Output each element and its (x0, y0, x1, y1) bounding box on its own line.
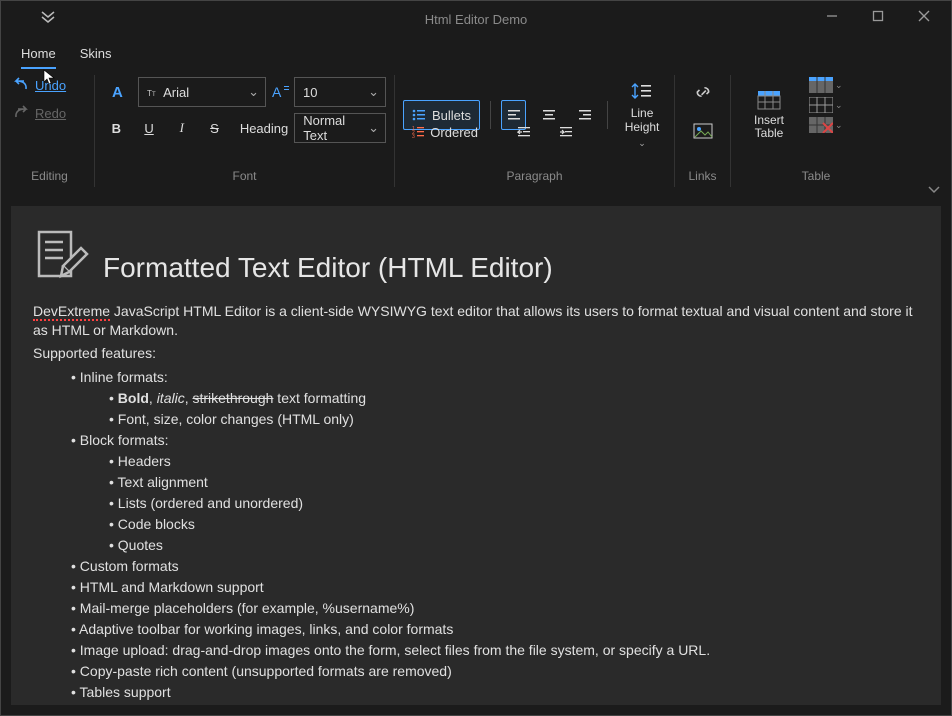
font-family-select[interactable]: TT Arial ⌄ (138, 77, 266, 107)
heading-select[interactable]: Normal Text ⌄ (294, 113, 386, 143)
list-item: Mail-merge placeholders (for example, %u… (71, 598, 919, 619)
bold-button[interactable]: B (103, 113, 130, 143)
outdent-button[interactable] (508, 117, 540, 147)
chevron-down-icon: ⌄ (368, 120, 379, 136)
page-title: Formatted Text Editor (HTML Editor) (103, 252, 553, 284)
insert-link-button[interactable] (687, 77, 719, 107)
group-editing-label: Editing (13, 169, 86, 183)
editor-content[interactable]: Formatted Text Editor (HTML Editor) DevE… (11, 206, 941, 705)
list-item: Tables support (71, 682, 919, 703)
group-font-label: Font (103, 169, 386, 183)
table-icon (757, 90, 781, 110)
list-item: Image upload: drag-and-drop images onto … (71, 640, 919, 661)
table-style-swatch[interactable] (809, 77, 833, 93)
svg-text:3: 3 (412, 134, 415, 139)
intro-paragraph: DevExtreme JavaScript HTML Editor is a c… (33, 302, 919, 340)
list-item: Text alignment (109, 472, 919, 493)
group-table-label: Table (739, 169, 893, 183)
undo-button[interactable]: Undo (35, 78, 66, 93)
chevron-down-icon[interactable]: ⌄ (835, 100, 843, 111)
insert-image-button[interactable] (687, 117, 719, 147)
underline-button[interactable]: U (136, 113, 163, 143)
redo-button: Redo (35, 106, 66, 121)
ordered-button[interactable]: 123 Ordered (403, 117, 487, 147)
chevron-down-icon[interactable]: ⌄ (835, 120, 843, 131)
delete-table-swatch[interactable] (809, 117, 833, 133)
list-item: Inline formats: Bold, italic, strikethro… (71, 367, 919, 430)
redo-icon (13, 105, 29, 121)
list-item: Headers (109, 451, 919, 472)
list-item: Adaptive toolbar for working images, lin… (71, 619, 919, 640)
svg-text:A: A (112, 84, 123, 101)
quick-access-dropdown[interactable] (41, 9, 55, 23)
list-item: Block formats: Headers Text alignment Li… (71, 430, 919, 556)
italic-button[interactable]: I (168, 113, 195, 143)
list-item: Bold, italic, strikethrough text formatt… (109, 388, 919, 409)
list-item: Quotes (109, 535, 919, 556)
list-item: Custom formats (71, 556, 919, 577)
undo-icon[interactable] (13, 77, 29, 93)
supported-label: Supported features: (33, 344, 919, 363)
group-links-label: Links (683, 169, 722, 183)
minimize-button[interactable] (809, 1, 855, 31)
chevron-down-icon: ⌄ (248, 84, 259, 100)
list-item: Font, size, color changes (HTML only) (109, 409, 919, 430)
chevron-down-icon: ⌄ (368, 84, 379, 100)
strikethrough-button[interactable]: S (201, 113, 228, 143)
group-paragraph-label: Paragraph (403, 169, 666, 183)
font-color-button[interactable]: A (103, 77, 132, 107)
line-height-icon (631, 81, 653, 103)
tab-home[interactable]: Home (21, 46, 56, 69)
close-button[interactable] (901, 1, 947, 31)
insert-table-button[interactable]: Insert Table (739, 77, 799, 153)
list-item: Lists (ordered and unordered) (109, 493, 919, 514)
table-borders-swatch[interactable] (809, 97, 833, 113)
chevron-down-icon[interactable]: ⌄ (835, 80, 843, 91)
ordered-list-icon: 123 (412, 125, 424, 139)
maximize-button[interactable] (855, 1, 901, 31)
font-icon: TT (147, 86, 159, 98)
indent-button[interactable] (550, 117, 582, 147)
svg-text:A: A (272, 84, 282, 100)
tab-skins[interactable]: Skins (80, 46, 112, 69)
window-title: Html Editor Demo (425, 12, 528, 27)
list-item: Code blocks (109, 514, 919, 535)
font-size-select[interactable]: 10 ⌄ (294, 77, 386, 107)
list-item: HTML and Markdown support (71, 577, 919, 598)
list-item: Copy-paste rich content (unsupported for… (71, 661, 919, 682)
heading-label: Heading (240, 121, 288, 136)
ribbon-expand-button[interactable] (927, 185, 941, 195)
font-size-icon: A (272, 83, 290, 101)
svg-text:T: T (152, 92, 156, 98)
document-icon (33, 228, 89, 284)
